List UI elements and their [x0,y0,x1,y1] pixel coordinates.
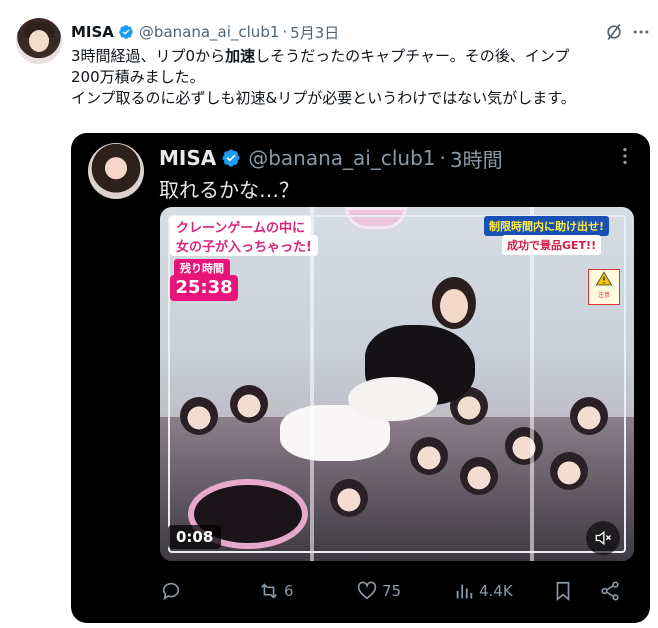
tweet-text-part: しそうだったのキャプチャー。その後、インプ [255,47,570,65]
video-caption: クレーンゲームの中に [170,216,311,237]
quote-time[interactable]: 3時間 [450,144,503,173]
mute-icon[interactable] [586,521,620,555]
quote-separator: · [439,146,446,170]
video-warning-sign: 注意 [588,269,620,305]
tweet-text-line-2: 200万積みました。 [71,68,205,86]
share-button[interactable] [599,579,621,603]
avatar[interactable] [16,18,62,64]
tweet-date[interactable]: 5月3日 [290,22,339,43]
views-icon [456,584,473,599]
quote-avatar[interactable] [88,143,144,199]
warning-icon [595,271,613,286]
retweet-button[interactable]: 6 [258,579,294,603]
views-count: 4.4K [479,582,513,600]
tweet[interactable]: MISA @banana_ai_club1 · 5月3日 3時間経過、リプ0から… [0,0,658,628]
tweet-text-line-1: 3時間経過、リプ0から加速しそうだったのキャプチャー。その後、インプ [71,46,641,67]
quote-author-name[interactable]: MISA [159,146,216,170]
video-timer: 25:38 [170,275,238,301]
reply-button[interactable] [160,579,186,603]
bookmark-icon [556,581,570,602]
video-player[interactable]: クレーンゲームの中に 女の子が入っちゃった! 制限時間内に助け出せ! 成功で景品… [160,207,634,561]
quote-author-handle[interactable]: @banana_ai_club1 [248,146,435,170]
like-button[interactable]: 75 [356,579,401,603]
grok-icon[interactable] [603,22,625,42]
verified-badge-icon [118,24,134,40]
quote-header: MISA @banana_ai_club1 · 3時間 [159,143,503,173]
more-icon[interactable] [614,145,636,167]
quoted-tweet[interactable]: MISA @banana_ai_club1 · 3時間 取れるかな…？ クレーン… [71,133,650,623]
tweet-text-bold: 加速 [225,47,256,65]
bookmark-button[interactable] [552,579,574,603]
like-count: 75 [382,582,402,600]
reply-icon [162,582,180,601]
header-separator: · [282,23,288,41]
views-button[interactable]: 4.4K [453,579,513,603]
tweet-header: MISA @banana_ai_club1 · 5月3日 [71,22,339,42]
verified-badge-icon [221,148,241,168]
video-caption: 制限時間内に助け出せ! [484,216,610,236]
more-icon[interactable] [631,22,651,42]
heart-icon [357,581,377,600]
retweet-count: 6 [284,582,294,600]
tweet-text-part: 3時間経過、リプ0から [71,47,226,65]
video-elapsed-time: 0:08 [168,525,222,549]
tweet-text: 3時間経過、リプ0から加速しそうだったのキャプチャー。その後、インプ 200万積… [71,46,641,109]
video-caption: 女の子が入っちゃった! [170,235,318,256]
video-glass-frame [168,215,626,553]
quote-text: 取れるかな…？ [159,178,299,202]
author-handle[interactable]: @banana_ai_club1 [139,23,279,41]
author-name[interactable]: MISA [71,23,114,41]
action-bar: 6 75 4.4K [71,573,650,609]
retweet-icon [261,583,277,599]
avatar-face [29,30,49,52]
share-icon [601,581,619,601]
video-caption: 成功で景品GET!! [502,235,602,255]
tweet-text-line-3: インプ取るのに必ずしも初速&リプが必要というわけではない気がします。 [71,89,576,107]
video-sign-text: 注意 [597,292,610,299]
